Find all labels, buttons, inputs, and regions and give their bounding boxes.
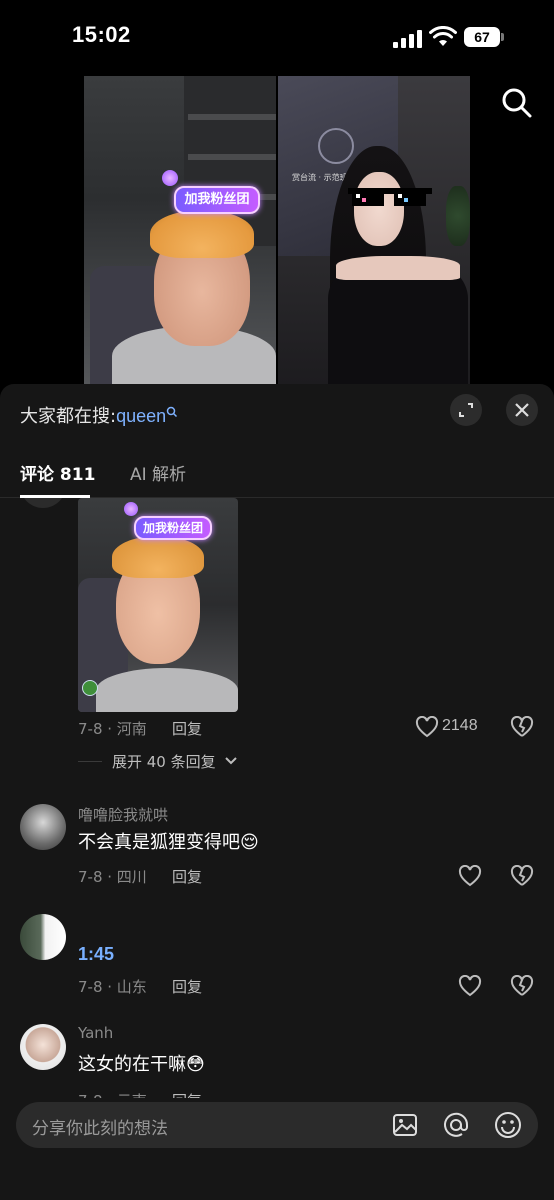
pixel-sunglasses-icon — [348, 188, 432, 206]
comment-input[interactable]: 分享你此刻的想法 — [32, 1114, 168, 1139]
badge-icon — [82, 680, 98, 696]
timestamp-link[interactable]: 1:45 — [78, 944, 114, 965]
comment-text-body: 这女的在干嘛 — [78, 1054, 186, 1075]
comment-text: 这女的在干嘛😳 — [78, 1050, 205, 1076]
screen-text: 赏台流 · 示范班 — [292, 173, 348, 182]
flushed-emoji-icon: 😳 — [186, 1054, 205, 1075]
close-icon — [515, 403, 529, 417]
fan-club-sticker: 加我粉丝团 — [134, 516, 212, 540]
expand-divider — [78, 761, 102, 762]
broken-heart-icon[interactable] — [510, 865, 534, 887]
comment-input-bar[interactable]: 分享你此刻的想法 — [16, 1102, 538, 1148]
video-left-pane: 加我粉丝团 — [84, 76, 276, 384]
battery-icon: 67 — [464, 27, 504, 47]
video-right-pane: 赏台流 · 示范班 — [278, 76, 470, 384]
trending-search[interactable]: 大家都在搜:queen — [20, 402, 178, 428]
battery-level: 67 — [464, 27, 500, 47]
wifi-icon — [429, 26, 457, 46]
video-player[interactable]: 加我粉丝团 赏台流 · 示范班 — [84, 76, 470, 384]
heart-icon[interactable] — [458, 975, 482, 997]
fullscreen-button[interactable] — [450, 394, 482, 426]
chevron-down-icon[interactable] — [224, 756, 238, 766]
search-icon[interactable] — [500, 86, 534, 120]
comment-text-body: 不会真是狐狸变得吧 — [78, 832, 240, 853]
comment-item: 噜噜脸我就哄 不会真是狐狸变得吧😌 7-8 · 四川 回复 — [0, 788, 554, 896]
avatar[interactable] — [20, 1024, 66, 1070]
trending-search-prefix: 大家都在搜: — [20, 406, 117, 427]
comment-list: 加我粉丝团 7-8 · 河南 回复 2148 展开 40 条回复 噜噜脸我就哄 — [0, 498, 554, 1098]
comment-username[interactable]: 噜噜脸我就哄 — [78, 804, 168, 825]
close-button[interactable] — [506, 394, 538, 426]
comment-image[interactable]: 加我粉丝团 — [78, 498, 238, 712]
avatar[interactable] — [20, 914, 66, 960]
comment-text: 不会真是狐狸变得吧😌 — [78, 828, 259, 854]
reply-button[interactable]: 回复 — [172, 976, 202, 997]
avatar[interactable] — [20, 804, 66, 850]
comment-sheet: 大家都在搜:queen 评论 811 AI 解析 加我粉丝团 7-8 · 河南 … — [0, 384, 554, 1200]
at-icon[interactable] — [442, 1111, 470, 1139]
avatar[interactable] — [20, 498, 66, 508]
image-icon[interactable] — [392, 1112, 418, 1138]
fullscreen-icon — [459, 403, 473, 417]
comment-meta: 7-8 · 云南 — [78, 1090, 147, 1098]
relieved-emoji-icon: 😌 — [240, 832, 259, 853]
tab-ai-analysis[interactable]: AI 解析 — [130, 460, 186, 485]
comment-username[interactable]: Yanh — [78, 1024, 113, 1042]
tab-comments[interactable]: 评论 811 — [20, 460, 95, 485]
comment-item: Yanh 这女的在干嘛😳 7-8 · 云南 回复 — [0, 1008, 554, 1098]
status-time: 15:02 — [72, 22, 131, 47]
reply-button[interactable]: 回复 — [172, 718, 202, 739]
cellular-signal-icon — [393, 30, 423, 48]
woman-face — [354, 172, 404, 246]
heart-icon[interactable] — [458, 865, 482, 887]
small-search-icon — [166, 406, 178, 418]
emoji-icon[interactable] — [494, 1111, 522, 1139]
broken-heart-icon[interactable] — [510, 975, 534, 997]
comment-meta: 7-8 · 河南 — [78, 720, 147, 738]
broken-heart-icon[interactable] — [510, 716, 534, 738]
comment-item: 加我粉丝团 7-8 · 河南 回复 2148 展开 40 条回复 — [0, 498, 554, 788]
comment-meta: 7-8 · 四川 — [78, 868, 147, 886]
bottom-safe-area — [0, 1150, 554, 1200]
fan-club-sticker: 加我粉丝团 — [174, 186, 260, 214]
status-bar: 15:02 67 — [0, 0, 554, 70]
trending-search-keyword[interactable]: queen — [116, 406, 166, 426]
comment-tabs: 评论 811 AI 解析 — [0, 454, 554, 498]
reply-button[interactable]: 回复 — [172, 1090, 202, 1098]
reply-button[interactable]: 回复 — [172, 866, 202, 887]
comment-meta: 7-8 · 山东 — [78, 978, 147, 996]
expand-replies-button[interactable]: 展开 40 条回复 — [112, 751, 216, 772]
comment-item: 1:45 7-8 · 山东 回复 — [0, 898, 554, 1008]
heart-icon[interactable] — [415, 716, 439, 738]
like-count: 2148 — [442, 717, 478, 734]
